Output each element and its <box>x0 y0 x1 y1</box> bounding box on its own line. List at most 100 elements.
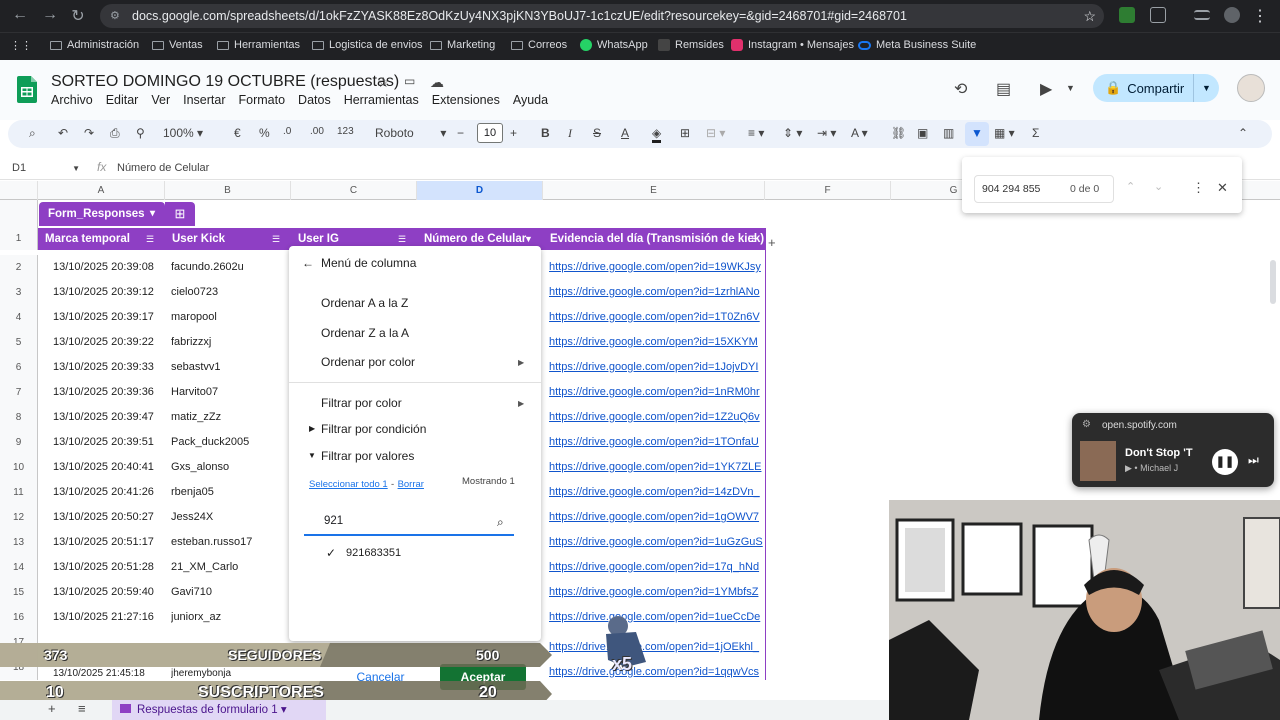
paint-format-icon[interactable]: ⚲ <box>136 126 145 140</box>
meet-icon[interactable]: ▶ <box>1040 79 1052 99</box>
borders-icon[interactable]: ⊞ <box>680 126 690 140</box>
add-column-icon[interactable]: + <box>768 235 776 250</box>
sort-z-a-item[interactable]: Ordenar Z a la A <box>321 326 409 340</box>
move-folder-icon[interactable]: ▭ <box>404 74 415 88</box>
vertical-align-icon[interactable]: ⇕ ▾ <box>783 126 802 140</box>
filter-list-icon[interactable]: ☰ <box>272 234 280 245</box>
all-sheets-icon[interactable]: ≡ <box>78 701 86 716</box>
back-icon[interactable]: ← <box>10 6 30 24</box>
filter-views-icon[interactable]: ▦ ▾ <box>994 126 1015 140</box>
bookmark-whatsapp[interactable]: WhatsApp <box>580 39 648 51</box>
clear-link[interactable]: Borrar <box>398 479 424 490</box>
name-box-dropdown-icon[interactable]: ▼ <box>72 164 80 173</box>
font-family-select[interactable]: Roboto ▾ <box>375 126 446 140</box>
filter-list-icon[interactable]: ☰ <box>146 234 154 245</box>
filter-list-icon[interactable]: ☰ <box>398 234 406 245</box>
vertical-scrollbar[interactable] <box>1270 260 1276 304</box>
tab-search-icon[interactable] <box>1194 10 1210 20</box>
column-header-e[interactable]: E <box>543 181 765 200</box>
search-menus-icon[interactable]: ⌕ <box>29 126 36 141</box>
version-history-icon[interactable]: ⟲ <box>954 79 967 99</box>
checkmark-icon[interactable]: ✓ <box>326 546 336 560</box>
column-header-d[interactable]: D <box>417 181 543 200</box>
menu-extensiones[interactable]: Extensiones <box>432 93 500 107</box>
zoom-select[interactable]: 100% ▾ <box>163 126 203 140</box>
insert-comment-icon[interactable]: ▣ <box>917 126 928 140</box>
bookmark-star-icon[interactable]: ☆ <box>1083 4 1096 28</box>
bold-button[interactable]: B <box>541 126 550 140</box>
close-icon[interactable]: ✕ <box>1217 180 1228 196</box>
name-box[interactable]: D1 ▼ <box>12 162 80 174</box>
reload-icon[interactable]: ↻ <box>68 6 88 26</box>
extension-icon[interactable] <box>1119 7 1135 23</box>
collapse-toolbar-icon[interactable]: ⌃ <box>1238 126 1248 140</box>
percent-format-button[interactable]: % <box>259 126 270 140</box>
select-all-link[interactable]: Seleccionar todo 1 <box>309 479 388 490</box>
horizontal-align-icon[interactable]: ≡ ▾ <box>748 126 764 140</box>
font-size-input[interactable]: 10 <box>477 123 503 143</box>
bookmark-folder[interactable]: Herramientas <box>217 39 300 51</box>
filter-value-item[interactable]: 921683351 <box>346 547 401 559</box>
filter-by-condition-item[interactable]: Filtrar por condición <box>321 422 426 436</box>
currency-format-button[interactable]: € <box>234 126 241 140</box>
menu-insertar[interactable]: Insertar <box>183 93 225 107</box>
site-info-icon[interactable]: ⚙ <box>110 4 120 28</box>
back-arrow-icon[interactable]: ← <box>302 256 314 270</box>
menu-datos[interactable]: Datos <box>298 93 331 107</box>
bookmark-meta[interactable]: Meta Business Suite <box>858 39 976 51</box>
insert-link-icon[interactable]: ⛓ <box>891 126 906 140</box>
chevron-down-icon[interactable]: ▼ <box>1066 83 1075 93</box>
comments-icon[interactable]: ▤ <box>996 79 1011 99</box>
select-all-corner[interactable] <box>0 181 38 200</box>
fill-color-icon[interactable]: ◈ <box>652 126 662 143</box>
chrome-menu-icon[interactable]: ⋮ <box>1250 6 1270 26</box>
account-avatar[interactable] <box>1237 74 1265 102</box>
text-rotation-icon[interactable]: A ▾ <box>851 126 868 140</box>
menu-ayuda[interactable]: Ayuda <box>513 93 548 107</box>
menu-archivo[interactable]: Archivo <box>51 93 93 107</box>
filter-list-icon[interactable]: ☰ <box>748 234 756 245</box>
collapse-arrow-icon[interactable]: ▼ <box>308 451 316 460</box>
undo-icon[interactable]: ↶ <box>58 126 68 140</box>
bookmark-folder[interactable]: Marketing <box>430 39 495 51</box>
table-icon[interactable]: ⊞ <box>165 202 195 226</box>
print-icon[interactable]: ⎙ <box>110 126 120 141</box>
profile-avatar-icon[interactable] <box>1224 7 1240 23</box>
menu-herramientas[interactable]: Herramientas <box>344 93 419 107</box>
settings-icon[interactable]: ⚙ <box>1082 419 1091 430</box>
bookmark-remsides[interactable]: Remsides <box>658 39 724 51</box>
sheet-tab-responses[interactable]: Respuestas de formulario 1 ▾ <box>112 700 326 720</box>
header-cell[interactable]: Evidencia del día (Transmisión de kick) <box>543 228 765 250</box>
column-header-b[interactable]: B <box>165 181 291 200</box>
extensions-puzzle-icon[interactable] <box>1150 7 1166 23</box>
star-icon[interactable]: ☆ <box>377 74 390 91</box>
bookmark-instagram[interactable]: Instagram • Mensajes <box>731 39 854 51</box>
font-size-increase-button[interactable]: + <box>510 126 517 140</box>
column-header-f[interactable]: F <box>765 181 891 200</box>
sort-by-color-item[interactable]: Ordenar por color <box>321 355 415 369</box>
filter-icon[interactable]: ▼ <box>971 126 983 140</box>
next-track-icon[interactable]: ⏭ <box>1248 453 1259 468</box>
filter-by-values-item[interactable]: Filtrar por valores <box>321 449 414 463</box>
strikethrough-button[interactable]: S <box>593 126 601 140</box>
italic-button[interactable]: I <box>568 126 572 141</box>
column-header-a[interactable]: A <box>38 181 165 200</box>
redo-icon[interactable]: ↷ <box>84 126 94 140</box>
address-bar[interactable]: ⚙ docs.google.com/spreadsheets/d/1okFzZY… <box>100 4 1104 28</box>
column-header-c[interactable]: C <box>291 181 417 200</box>
sort-a-z-item[interactable]: Ordenar A a la Z <box>321 296 408 310</box>
font-size-decrease-button[interactable]: − <box>457 126 464 140</box>
text-wrap-icon[interactable]: ⇥ ▾ <box>817 126 836 140</box>
text-color-button[interactable]: A <box>621 126 629 140</box>
bookmark-folder[interactable]: Administración <box>50 39 139 51</box>
filter-search-input[interactable]: 921 <box>304 508 514 536</box>
add-sheet-icon[interactable]: + <box>48 701 56 716</box>
share-dropdown-icon[interactable]: ▼ <box>1193 74 1219 102</box>
bookmark-folder[interactable]: Logistica de envios <box>312 39 423 51</box>
forward-icon[interactable]: → <box>40 6 60 24</box>
menu-ver[interactable]: Ver <box>151 93 170 107</box>
more-options-icon[interactable]: ⋮ <box>1192 180 1205 196</box>
share-button[interactable]: 🔒 Compartir ▼ <box>1093 74 1219 102</box>
row-number[interactable]: 1 <box>0 228 38 250</box>
menu-editar[interactable]: Editar <box>106 93 139 107</box>
